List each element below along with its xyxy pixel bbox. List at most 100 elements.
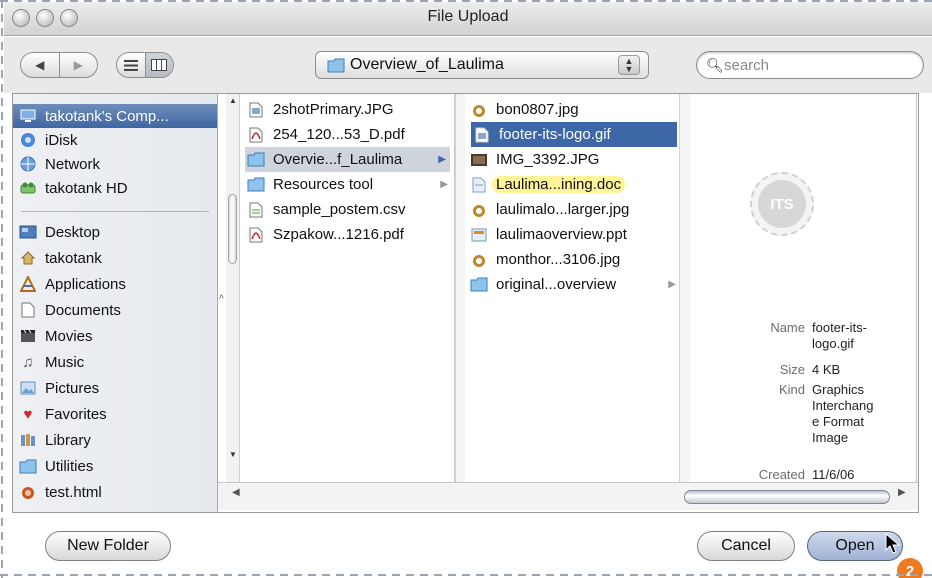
folder-icon bbox=[327, 58, 345, 73]
column-scrollbar[interactable]: ▲ ▼ bbox=[226, 94, 240, 482]
search-icon: 🔍︎ bbox=[706, 57, 724, 73]
sidebar-item-idisk[interactable]: iDisk bbox=[19, 128, 78, 152]
back-forward-control: ◀ ▶ bbox=[20, 52, 98, 78]
movies-icon bbox=[19, 328, 37, 344]
sidebar-item-music[interactable]: ♫ Music bbox=[19, 350, 84, 374]
disclosure-arrow-icon: ▶ bbox=[440, 179, 448, 190]
sidebar-item-utilities[interactable]: Utilities bbox=[19, 454, 93, 478]
column-overview-of-laulima: bon0807.jpg footer-its-logo.gif IMG_3392… bbox=[465, 94, 683, 482]
horizontal-scroll-thumb[interactable] bbox=[684, 490, 890, 504]
scroll-thumb[interactable] bbox=[228, 194, 237, 264]
mouse-pointer-icon bbox=[885, 533, 901, 554]
hard-drive-icon bbox=[19, 180, 37, 196]
sidebar-item-documents[interactable]: Documents bbox=[19, 298, 121, 322]
folder-icon bbox=[247, 176, 265, 194]
list-view-button[interactable] bbox=[117, 53, 145, 77]
file-item[interactable]: Resources tool ▶ bbox=[247, 172, 452, 197]
home-icon bbox=[19, 250, 37, 266]
file-item-label: footer-its-logo.gif bbox=[499, 126, 611, 143]
file-item[interactable]: Szpakow...1216.pdf bbox=[247, 222, 404, 247]
file-item[interactable]: Laulima...ining.doc bbox=[470, 172, 626, 197]
info-name-key: Name bbox=[770, 320, 805, 335]
column-overview-parent: 2shotPrimary.JPG 254_120...53_D.pdf Over… bbox=[242, 94, 455, 482]
sidebar-item-label: iDisk bbox=[45, 131, 78, 149]
sidebar-item-label: Library bbox=[45, 431, 91, 449]
sidebar-item-movies[interactable]: Movies bbox=[19, 324, 93, 348]
jpeg-icon bbox=[470, 251, 488, 269]
scroll-down-arrow-icon[interactable]: ▼ bbox=[229, 450, 237, 459]
file-item[interactable]: original...overview ▶ bbox=[470, 272, 680, 297]
horizontal-scrollbar[interactable]: ◀ ▶ bbox=[218, 482, 918, 510]
back-button[interactable]: ◀ bbox=[21, 53, 59, 77]
utilities-icon bbox=[19, 458, 37, 474]
cancel-button[interactable]: Cancel bbox=[697, 531, 795, 561]
info-kind-value-line2: Interchang bbox=[812, 398, 874, 413]
its-logo: ITS bbox=[758, 180, 806, 228]
network-icon bbox=[19, 156, 37, 172]
sidebar-item-library[interactable]: Library bbox=[19, 428, 91, 452]
file-item[interactable]: bon0807.jpg bbox=[470, 97, 579, 122]
location-popup[interactable]: Overview_of_Laulima ▲ ▼ bbox=[315, 51, 649, 79]
sidebar-item-hard-drive[interactable]: takotank HD bbox=[19, 176, 128, 200]
column-view-icon bbox=[151, 59, 168, 71]
file-item-label: Overvie...f_Laulima bbox=[273, 151, 403, 168]
file-item[interactable]: monthor...3106.jpg bbox=[470, 247, 620, 272]
file-item[interactable]: 2shotPrimary.JPG bbox=[247, 97, 394, 122]
file-item-label: bon0807.jpg bbox=[496, 101, 579, 118]
search-placeholder: search bbox=[724, 57, 770, 74]
sidebar-item-favorites[interactable]: ♥ Favorites bbox=[19, 402, 107, 426]
sidebar-resize-handle[interactable]: ^ bbox=[219, 294, 224, 305]
sidebar-item-desktop[interactable]: Desktop bbox=[19, 220, 100, 244]
file-item-label: laulimaoverview.ppt bbox=[496, 226, 627, 243]
preview-pane: ITS Name footer-its- logo.gif Size 4 KB … bbox=[690, 94, 917, 482]
info-size-key: Size bbox=[779, 362, 805, 377]
file-item-label: 2shotPrimary.JPG bbox=[273, 101, 394, 118]
file-item[interactable]: 254_120...53_D.pdf bbox=[247, 122, 405, 147]
pictures-icon bbox=[19, 380, 37, 396]
sidebar-item-label: Movies bbox=[45, 327, 93, 345]
info-created-key: Created bbox=[758, 467, 805, 482]
file-item-label: Szpakow...1216.pdf bbox=[273, 226, 404, 243]
file-item[interactable]: laulimaoverview.ppt bbox=[470, 222, 627, 247]
disclosure-arrow-icon: ▶ bbox=[438, 154, 446, 165]
sidebar-item-home[interactable]: takotank bbox=[19, 246, 102, 270]
library-icon bbox=[19, 432, 37, 448]
gif-icon bbox=[473, 126, 491, 144]
scroll-up-arrow-icon[interactable]: ▲ bbox=[229, 96, 237, 105]
search-field[interactable]: 🔍︎ search bbox=[696, 51, 924, 79]
disclosure-arrow-icon: ▶ bbox=[668, 279, 676, 290]
sidebar-item-pictures[interactable]: Pictures bbox=[19, 376, 99, 400]
sidebar-item-test-html[interactable]: test.html bbox=[19, 480, 102, 504]
file-item[interactable]: sample_postem.csv bbox=[247, 197, 406, 222]
sidebar-item-network[interactable]: Network bbox=[19, 152, 100, 176]
scroll-left-arrow-icon[interactable]: ◀ bbox=[232, 487, 240, 498]
scroll-right-arrow-icon[interactable]: ▶ bbox=[898, 487, 906, 498]
file-item-label: IMG_3392.JPG bbox=[496, 151, 600, 168]
file-item-selected[interactable]: footer-its-logo.gif bbox=[471, 122, 677, 147]
documents-icon bbox=[19, 302, 37, 318]
window-frame-left bbox=[1, 0, 3, 578]
file-item[interactable]: laulimalo...larger.jpg bbox=[470, 197, 629, 222]
forward-button[interactable]: ▶ bbox=[58, 53, 98, 77]
new-folder-button[interactable]: New Folder bbox=[45, 531, 171, 561]
info-size-value: 4 KB bbox=[812, 362, 841, 377]
sidebar-item-applications[interactable]: Applications bbox=[19, 272, 126, 296]
file-item-label: Resources tool bbox=[273, 176, 374, 193]
pdf-icon bbox=[247, 126, 265, 144]
file-item-selected-folder[interactable]: Overvie...f_Laulima ▶ bbox=[245, 147, 450, 172]
favorites-icon: ♥ bbox=[23, 405, 33, 423]
file-browser: takotank's Comp... iDisk Network takotan… bbox=[12, 93, 919, 513]
list-view-icon bbox=[123, 59, 138, 71]
music-icon: ♫ bbox=[22, 353, 34, 371]
file-item-label: laulimalo...larger.jpg bbox=[496, 201, 630, 218]
sidebar-item-label: Network bbox=[45, 155, 101, 173]
column-view-button[interactable] bbox=[144, 53, 173, 77]
file-item[interactable]: IMG_3392.JPG bbox=[470, 147, 599, 172]
sidebar-item-label: Pictures bbox=[45, 379, 100, 397]
forward-arrow-icon: ▶ bbox=[73, 58, 83, 72]
desktop-icon bbox=[19, 224, 37, 240]
popup-arrows-icon: ▲ ▼ bbox=[618, 55, 640, 75]
back-arrow-icon: ◀ bbox=[35, 58, 45, 72]
location-popup-label: Overview_of_Laulima bbox=[350, 56, 504, 73]
sidebar-item-computer[interactable]: takotank's Comp... bbox=[13, 104, 217, 128]
